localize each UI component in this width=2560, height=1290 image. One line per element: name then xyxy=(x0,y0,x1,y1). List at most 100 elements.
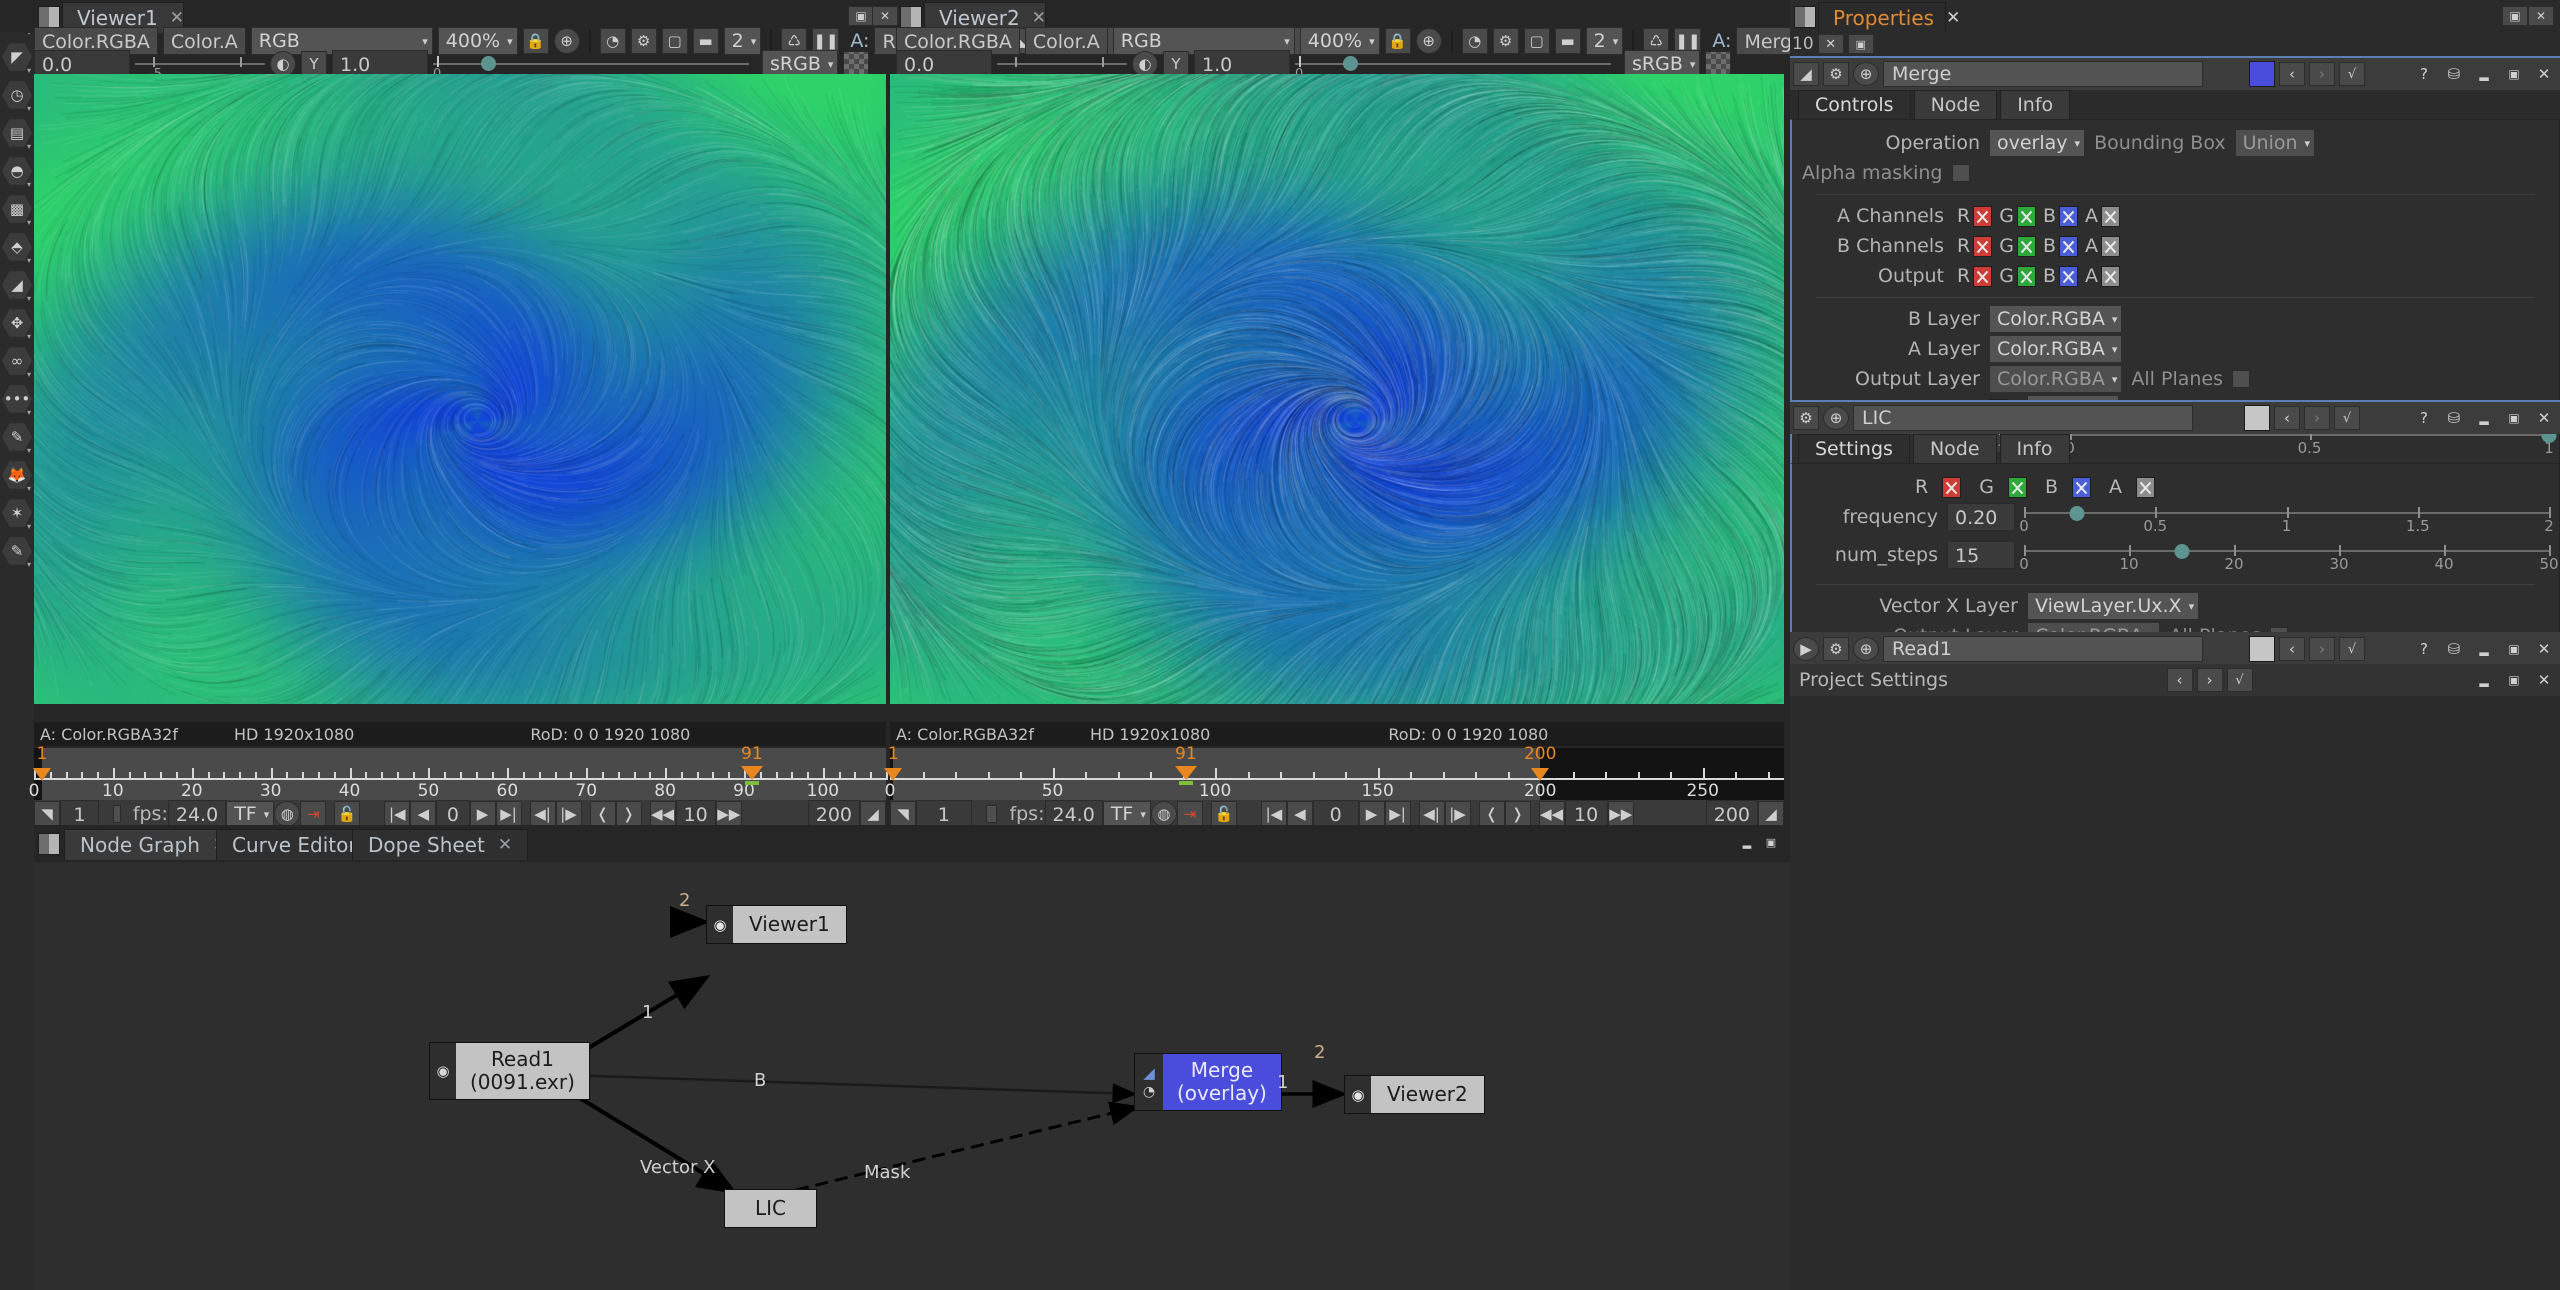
viewer1-close-button[interactable]: ✕ xyxy=(872,6,898,26)
viewer1-previous-frame-icon[interactable]: ◀| xyxy=(530,801,556,827)
preview-play-icon[interactable]: ◉ xyxy=(436,1062,449,1080)
viewer2-go-to-last-icon[interactable]: ▶| xyxy=(1385,801,1411,827)
transform-node-button[interactable]: ✥▾ xyxy=(0,308,34,342)
lic-previous-button[interactable]: ‹ xyxy=(2274,406,2300,430)
lic-tab-info[interactable]: Info xyxy=(2000,434,2070,463)
read1-previous-button[interactable]: ‹ xyxy=(2279,637,2305,661)
merge-output-channel-check-b[interactable] xyxy=(2059,266,2078,287)
merge-a-channels-boxes[interactable]: RGBA xyxy=(1953,205,2120,227)
eye-icon[interactable]: ◉ xyxy=(713,916,726,934)
viewer2-next-keyframe-icon[interactable]: ▶ xyxy=(1359,801,1385,827)
viewer2-loop-icon[interactable]: ◍ xyxy=(1151,801,1177,827)
slider-knob[interactable] xyxy=(2069,506,2084,521)
read1-next-button[interactable]: › xyxy=(2309,637,2335,661)
viewer1-frame-lock-check[interactable] xyxy=(113,805,121,823)
project-settings-maximize-icon[interactable]: ▣ xyxy=(2501,668,2527,692)
node-toolbar-rail[interactable]: ⇅ ▾ ◤▾◷▾▤▾◓▾▩▾⬘▾◢▾✥▾∞▾•••▾✎▾🦊▾✶▾✎▾ xyxy=(0,0,34,1290)
merge-b-layer-select[interactable]: Color.RGBA▾ xyxy=(1989,305,2122,333)
read1-help-icon[interactable]: ? xyxy=(2411,637,2437,661)
merge-b-channels-boxes[interactable]: RGBA xyxy=(1953,235,2120,257)
viewer2-frame-field[interactable]: 1 xyxy=(916,800,972,828)
merge-b-channel-check-b[interactable] xyxy=(2059,236,2078,257)
merge-output-layer-select[interactable]: Color.RGBA▾ xyxy=(1989,365,2122,393)
merge-alpha-masking-check[interactable] xyxy=(1952,164,1970,182)
viewer1-image[interactable] xyxy=(34,74,886,704)
viewer1-frame-prev-icon[interactable]: ◥ xyxy=(34,801,60,827)
viewer1-right-bound-field[interactable]: 200 xyxy=(808,800,860,828)
timeline-in-marker[interactable]: 1 xyxy=(33,768,51,781)
viewer1-timeline[interactable]: 0102030405060708090100191 xyxy=(34,748,886,800)
lic-vector-x-layer-select[interactable]: ViewLayer.Ux.X▾ xyxy=(2027,592,2199,620)
viewer2-gamma-slider[interactable]: 0 xyxy=(1295,52,1611,76)
merge-revert-icon[interactable]: √ xyxy=(2339,62,2365,86)
tab-properties-close-icon[interactable]: ✕ xyxy=(1946,8,1960,28)
merge-previous-button[interactable]: ‹ xyxy=(2279,62,2305,86)
viewer1-left-bound-field[interactable]: 0 xyxy=(436,800,469,828)
lic-close-icon[interactable]: ✕ xyxy=(2531,406,2557,430)
read1-minimize-icon[interactable]: ▂ xyxy=(2471,637,2497,661)
viewer1-float-button[interactable]: ▣ xyxy=(848,6,874,26)
merge-icon[interactable]: ◢ xyxy=(1143,1064,1155,1082)
viewer2-previous-keyframe-icon[interactable]: ◀ xyxy=(1287,801,1313,827)
lic-maximize-icon[interactable]: ▣ xyxy=(2501,406,2527,430)
node-merge-disabled-icon[interactable]: ◔ xyxy=(1143,1084,1155,1100)
lic-tab-settings[interactable]: Settings xyxy=(1798,434,1910,463)
lic-channel-check-r[interactable] xyxy=(1942,477,1961,498)
viewer1-timeframe-select[interactable]: TF▾ xyxy=(226,801,274,827)
viewer1-increment-field[interactable]: 10 xyxy=(676,800,716,828)
project-settings-revert-icon[interactable]: √ xyxy=(2227,668,2253,692)
merge-b-channel-check-g[interactable] xyxy=(2017,236,2036,257)
merge-all-planes-check[interactable] xyxy=(2232,370,2250,388)
other-node-button[interactable]: •••▾ xyxy=(0,384,34,418)
viewer2-right-bound-field[interactable]: 200 xyxy=(1706,800,1758,828)
tab-viewer1-close-icon[interactable]: ✕ xyxy=(170,8,184,28)
viewer1-fps-field[interactable]: 24.0 xyxy=(168,800,226,828)
extra-node-button[interactable]: 🦊▾ xyxy=(0,460,34,494)
node-merge[interactable]: ◢ ◔ Merge (overlay) xyxy=(1134,1053,1282,1111)
timeline-in-marker[interactable]: 1 xyxy=(884,768,902,781)
viewer1-gamma-slider[interactable]: 0 xyxy=(433,52,749,76)
viewer1-next-frame-icon[interactable]: |▶ xyxy=(556,801,582,827)
viewer1-play-forward-icon[interactable]: ❭ xyxy=(616,801,642,827)
gmic-node-button[interactable]: ✶▾ xyxy=(0,498,34,532)
viewer2-increment-field[interactable]: 10 xyxy=(1565,800,1608,828)
node-viewer2[interactable]: ◉ Viewer2 xyxy=(1344,1075,1485,1114)
merge-gear-icon[interactable]: ⚙ xyxy=(1823,62,1849,86)
read1-node-name-field[interactable]: Read1 xyxy=(1883,636,2203,662)
merge-maximize-icon[interactable]: ▣ xyxy=(2501,62,2527,86)
lic-frequency-slider[interactable]: 00.511.52 xyxy=(2024,504,2549,530)
project-settings-minimize-icon[interactable]: ▂ xyxy=(2471,668,2497,692)
slider-knob[interactable] xyxy=(2174,544,2189,559)
filter-node-button[interactable]: ▩▾ xyxy=(0,194,34,228)
tab-dope-sheet[interactable]: Dope Sheet ✕ xyxy=(352,829,528,860)
merge-center-on-node-icon[interactable]: ⊕ xyxy=(1853,62,1879,86)
lic-channels-boxes[interactable]: RGBA xyxy=(1911,476,2155,498)
read1-revert-icon[interactable]: √ xyxy=(2339,637,2365,661)
read1-gear-icon[interactable]: ⚙ xyxy=(1823,637,1849,661)
node-graph-minimize-button[interactable]: ▂ xyxy=(1734,833,1760,851)
merge-output-channel-check-r[interactable] xyxy=(1973,266,1992,287)
merge-tab-info[interactable]: Info xyxy=(2000,90,2070,119)
properties-float-button[interactable]: ▣ xyxy=(2502,6,2528,26)
lic-revert-icon[interactable]: √ xyxy=(2334,406,2360,430)
viewer2-lock-range-icon[interactable]: 🔓 xyxy=(1211,801,1237,827)
read1-maximize-icon[interactable]: ▣ xyxy=(2501,637,2527,661)
time-node-button[interactable]: ◷▾ xyxy=(0,80,34,114)
node-viewer2-gutter[interactable]: ◉ xyxy=(1345,1076,1371,1113)
viewer2-image[interactable] xyxy=(890,74,1784,704)
viewer1-turbo-mode-icon[interactable]: ◢ xyxy=(860,801,886,827)
views-node-button[interactable]: ∞▾ xyxy=(0,346,34,380)
viewer2-play-backward-icon[interactable]: ❬ xyxy=(1479,801,1505,827)
node-graph-maximize-button[interactable]: ▣ xyxy=(1758,833,1784,851)
merge-close-icon[interactable]: ✕ xyxy=(2531,62,2557,86)
viewer2-frame-prev-icon[interactable]: ◥ xyxy=(890,801,916,827)
node-lic[interactable]: LIC xyxy=(724,1189,817,1228)
viewer1-next-keyframe-icon[interactable]: ▶ xyxy=(470,801,496,827)
lic-help-icon[interactable]: ? xyxy=(2411,406,2437,430)
read1-pin-icon[interactable]: ⛁ xyxy=(2441,637,2467,661)
merge-output-channel-check-g[interactable] xyxy=(2017,266,2036,287)
properties-close-button[interactable]: ✕ xyxy=(2528,6,2554,26)
merge-output-channels-boxes[interactable]: RGBA xyxy=(1953,265,2120,287)
viewer2-play-forward-icon[interactable]: ❭ xyxy=(1505,801,1531,827)
viewer2-timeline[interactable]: 050100150200250120091 xyxy=(890,748,1784,800)
